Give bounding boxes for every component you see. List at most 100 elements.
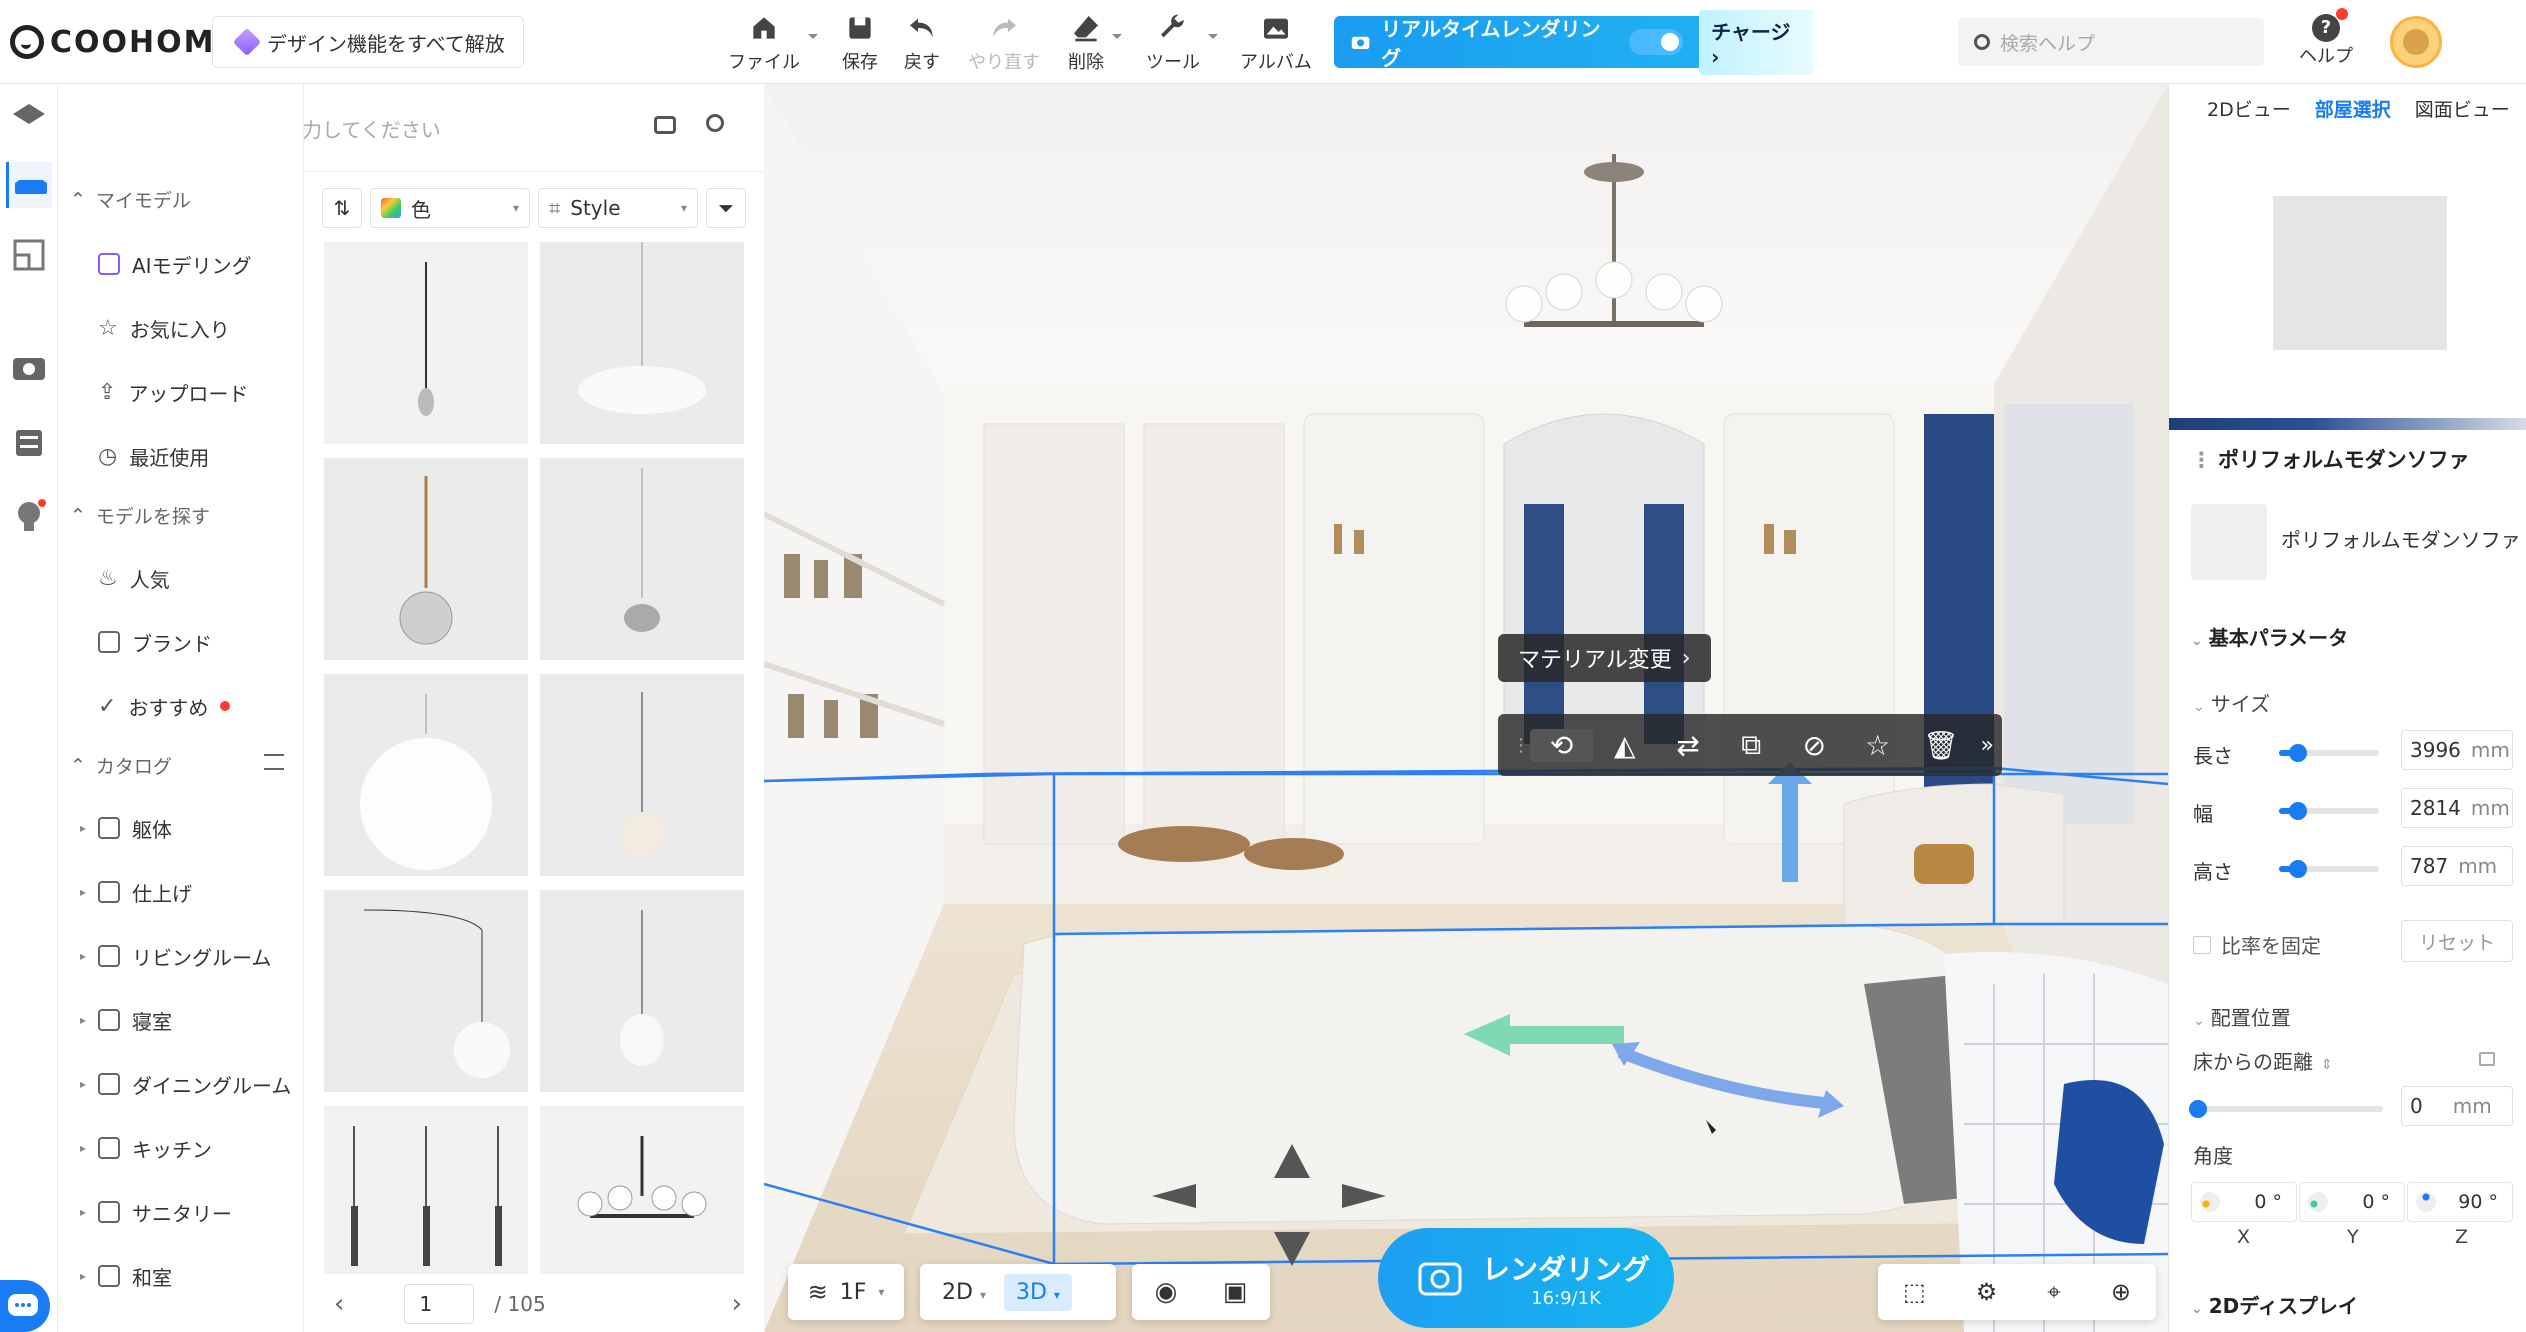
rail-render-button[interactable]	[6, 344, 52, 390]
copy-icon[interactable]: ⧉	[1720, 728, 1783, 762]
sort-icon[interactable]: ⇕	[2321, 1057, 2333, 1073]
model-thumbnail[interactable]	[540, 242, 744, 444]
image-search-icon[interactable]	[654, 116, 676, 134]
trash-icon[interactable]: 🗑	[1909, 729, 1972, 762]
size-header[interactable]: ⌄ サイズ	[2193, 688, 2270, 717]
angle-z-input[interactable]: 90 °	[2407, 1182, 2513, 1222]
charge-button[interactable]: チャージ ›	[1699, 9, 1814, 75]
help-button[interactable]: ? ヘルプ	[2296, 8, 2356, 74]
focus-icon[interactable]: ⌖	[2047, 1278, 2061, 1306]
realtime-toggle[interactable]	[1629, 29, 1684, 55]
sidebar-item-kitchen[interactable]: ▸ キッチン	[80, 1128, 212, 1168]
avatar[interactable]	[2390, 16, 2442, 68]
favorite-star-icon[interactable]: ☆	[1846, 729, 1909, 762]
sidebar-item-structure[interactable]: ▸ 躯体	[80, 808, 172, 848]
model-thumbnail[interactable]	[324, 458, 528, 660]
tab-2d-view[interactable]: 2Dビュー	[2207, 95, 2291, 122]
sidebar-item-living-room[interactable]: ▸ リビングルーム	[80, 936, 271, 976]
width-slider[interactable]	[2279, 802, 2379, 820]
rail-lighting-button[interactable]	[6, 494, 52, 540]
rotate-move-icon[interactable]: ⟲	[1530, 728, 1594, 762]
eye-icon[interactable]: ◉	[1155, 1277, 1178, 1307]
camera-settings-icon[interactable]: ⚙	[1976, 1278, 1998, 1306]
angle-x-input[interactable]: 0 °	[2191, 1182, 2297, 1222]
find-models-section[interactable]: ⌃ モデルを探す	[70, 502, 210, 529]
tools-menu-button[interactable]: ツール	[1146, 10, 1218, 74]
sort-button[interactable]: ⇅	[322, 188, 362, 228]
mode-2d-button[interactable]: 2D ▾	[932, 1274, 996, 1311]
rail-floorplan-button[interactable]	[6, 232, 52, 278]
sidebar-item-bedroom[interactable]: ▸ 寝室	[80, 1000, 172, 1040]
lock-icon[interactable]	[2479, 1052, 2495, 1066]
rail-models-button[interactable]	[6, 162, 52, 208]
model-thumbnail[interactable]	[540, 890, 744, 1092]
tab-drawing-view[interactable]: 図面ビュー	[2415, 95, 2510, 122]
length-slider[interactable]	[2279, 744, 2379, 762]
width-input[interactable]: 2814 mm	[2401, 788, 2513, 828]
sidebar-item-japanese-room[interactable]: ▸ 和室	[80, 1256, 172, 1296]
model-thumbnail[interactable]	[324, 242, 528, 444]
rail-cabinet-button[interactable]	[6, 420, 52, 466]
file-menu-button[interactable]: ファイル	[728, 10, 818, 74]
tab-room-select[interactable]: 部屋選択	[2315, 95, 2391, 122]
sidebar-item-dining-room[interactable]: ▸ ダイニングルーム	[80, 1064, 291, 1104]
mirror-icon[interactable]: ◭	[1593, 729, 1656, 762]
coohom-logo[interactable]: COOHOM	[10, 22, 216, 62]
chat-support-button[interactable]	[0, 1280, 50, 1332]
search-icon[interactable]	[706, 114, 724, 132]
sidebar-item-recent[interactable]: ◷ 最近使用	[98, 436, 209, 476]
floor-distance-slider[interactable]	[2189, 1100, 2383, 1118]
mode-3d-button[interactable]: 3D ▾	[1003, 1273, 1072, 1311]
catalog-settings-icon[interactable]	[264, 754, 284, 770]
sidebar-item-popular[interactable]: ♨ 人気	[98, 558, 170, 598]
model-thumbnail[interactable]	[540, 674, 744, 876]
style-filter-select[interactable]: ⌗ Style ▾	[538, 188, 698, 228]
display-2d-header[interactable]: ⌄ 2Dディスプレイ	[2191, 1290, 2358, 1319]
sidebar-item-sanitary[interactable]: ▸ サニタリー	[80, 1192, 232, 1232]
model-thumbnail[interactable]	[324, 890, 528, 1092]
redo-button[interactable]: やり直す	[968, 10, 1040, 74]
my-models-section[interactable]: ⌃ マイモデル	[70, 186, 191, 213]
height-slider[interactable]	[2279, 860, 2379, 878]
sidebar-item-finishes[interactable]: ▸ 仕上げ	[80, 872, 192, 912]
replace-icon[interactable]: ⇄	[1656, 729, 1719, 762]
height-input[interactable]: 787 mm	[2401, 846, 2513, 886]
save-button[interactable]: 保存	[842, 10, 878, 74]
sidebar-item-favorites[interactable]: ☆ お気に入り	[98, 308, 230, 348]
floor-selector[interactable]: ≋ 1F ▾	[788, 1264, 904, 1320]
reset-button[interactable]: リセット	[2401, 920, 2513, 962]
sidebar-item-recommended[interactable]: ✓ おすすめ	[98, 686, 231, 726]
change-material-button[interactable]: マテリアル変更 ›	[1498, 634, 1711, 682]
angle-y-input[interactable]: 0 °	[2299, 1182, 2405, 1222]
sidebar-item-ai-modeling[interactable]: AIモデリング	[98, 244, 252, 284]
zoom-fit-icon[interactable]: ⊕	[2111, 1278, 2131, 1306]
sidebar-item-brand[interactable]: ブランド	[98, 622, 212, 662]
sidebar-item-upload[interactable]: ⇪ アップロード	[98, 372, 248, 412]
cube-icon[interactable]: ▣	[1223, 1277, 1248, 1307]
area-select-icon[interactable]: ⬚	[1903, 1278, 1926, 1306]
placement-header[interactable]: ⌄ 配置位置	[2193, 1002, 2291, 1031]
unlock-design-button[interactable]: デザイン機能をすべて解放	[212, 16, 524, 68]
filter-button[interactable]: ⏷	[706, 188, 746, 228]
lock-ratio-checkbox[interactable]: 比率を固定	[2193, 930, 2321, 959]
hide-icon[interactable]: ⊘	[1783, 729, 1846, 762]
model-thumbnail[interactable]	[324, 674, 528, 876]
undo-button[interactable]: 戻す	[904, 10, 940, 74]
next-page-button[interactable]: ›	[732, 1289, 742, 1319]
rail-build-button[interactable]	[6, 94, 52, 140]
model-thumbnail[interactable]	[324, 1106, 528, 1274]
help-search-input[interactable]: 検索ヘルプ	[1958, 18, 2264, 66]
album-button[interactable]: アルバム	[1240, 10, 1312, 74]
catalog-section[interactable]: ⌃ カタログ	[70, 752, 172, 779]
render-button[interactable]: レンダリング 16:9/1K	[1378, 1228, 1674, 1328]
delete-button[interactable]: 削除	[1068, 10, 1122, 74]
length-input[interactable]: 3996 mm	[2401, 730, 2513, 770]
model-thumbnail[interactable]	[540, 458, 744, 660]
page-number-input[interactable]: 1	[404, 1284, 475, 1324]
model-thumbnail[interactable]	[540, 1106, 744, 1274]
prev-page-button[interactable]: ‹	[334, 1289, 344, 1319]
more-icon[interactable]: »	[1972, 733, 2002, 758]
floor-distance-input[interactable]: 0 mm	[2401, 1086, 2513, 1126]
3d-viewport[interactable]: マテリアル変更 › ⋮ ⟲ ◭ ⇄ ⧉ ⊘ ☆ 🗑 » ≋ 1F ▾ 2D ▾ 3D …	[764, 84, 2168, 1332]
color-filter-select[interactable]: 色 ▾	[370, 188, 530, 228]
